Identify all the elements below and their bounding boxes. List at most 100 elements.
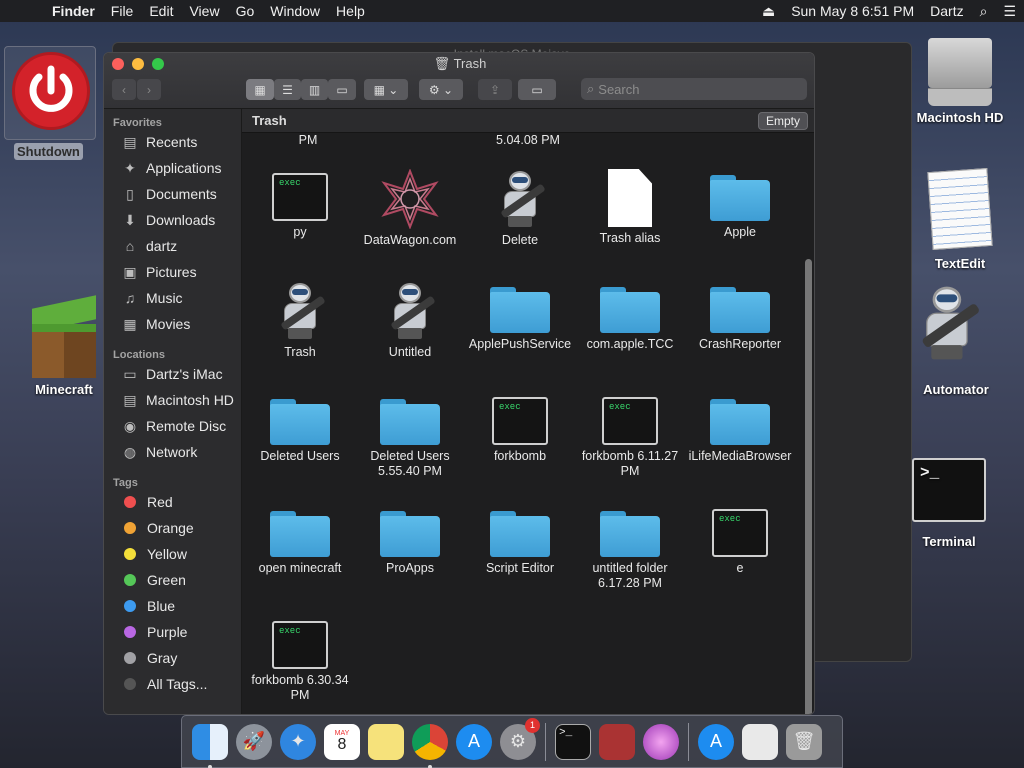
- file-item[interactable]: CrashReporter: [685, 281, 795, 352]
- dock-trash-icon[interactable]: 🗑: [786, 723, 822, 760]
- menu-edit[interactable]: Edit: [141, 3, 181, 19]
- file-item-label: Untitled: [388, 345, 432, 359]
- menu-clock[interactable]: Sun May 8 6:51 PM: [783, 3, 922, 19]
- dock-notes-icon[interactable]: [368, 723, 404, 760]
- file-item[interactable]: untitled folder 6.17.28 PM: [575, 505, 685, 591]
- sidebar-tag-orange[interactable]: Orange: [104, 515, 241, 541]
- shutdown-label[interactable]: Shutdown: [14, 143, 83, 160]
- dock-safari-icon[interactable]: ✦: [280, 723, 316, 760]
- sidebar-item-applications[interactable]: ✦ Applications: [104, 155, 241, 181]
- tag-dot-red: [124, 496, 136, 508]
- file-item[interactable]: exec forkbomb 6.11.27 PM: [575, 393, 685, 479]
- menu-view[interactable]: View: [181, 3, 227, 19]
- sidebar-all-tags[interactable]: All Tags...: [104, 671, 241, 697]
- file-item[interactable]: exec forkbomb: [465, 393, 575, 464]
- menu-help[interactable]: Help: [328, 3, 373, 19]
- file-item[interactable]: exec py: [245, 169, 355, 240]
- dock-app-store-folder-icon[interactable]: A: [698, 723, 734, 760]
- sidebar-item-documents[interactable]: ▯ Documents: [104, 181, 241, 207]
- file-browser-content: Trash Empty PM 5.04.08 PM exec py DataWago…: [242, 109, 814, 714]
- textedit-icon: [927, 168, 993, 250]
- sidebar-tag-blue[interactable]: Blue: [104, 593, 241, 619]
- file-item[interactable]: iLifeMediaBrowser: [685, 393, 795, 464]
- sidebar-item-imac[interactable]: ▭ Dartz's iMac: [104, 361, 241, 387]
- sidebar-tag-yellow[interactable]: Yellow: [104, 541, 241, 567]
- share-button[interactable]: ⇪: [478, 79, 512, 100]
- file-item[interactable]: exec forkbomb 6.30.34 PM: [245, 617, 355, 703]
- dock-terminal-icon[interactable]: >_: [555, 723, 591, 760]
- action-gear-icon[interactable]: ⚙ ⌄: [419, 79, 463, 100]
- file-item[interactable]: Deleted Users: [245, 393, 355, 464]
- file-item[interactable]: Apple: [685, 169, 795, 240]
- shutdown-icon[interactable]: [12, 52, 90, 130]
- sidebar-tag-gray[interactable]: Gray: [104, 645, 241, 671]
- dock-system-preferences-icon[interactable]: ⚙ 1: [500, 717, 540, 760]
- dock-documents-stack-icon[interactable]: [742, 723, 778, 760]
- documents-icon: ▯: [126, 185, 134, 202]
- file-item[interactable]: open minecraft: [245, 505, 355, 576]
- file-item[interactable]: ApplePushService: [465, 281, 575, 352]
- sidebar-item-pictures[interactable]: ▣ Pictures: [104, 259, 241, 285]
- dock-photo-booth-icon[interactable]: [599, 723, 635, 760]
- edit-tags-button[interactable]: ▭: [518, 79, 556, 100]
- sidebar-item-music[interactable]: ♫ Music: [104, 285, 241, 311]
- desktop-terminal[interactable]: >_ Terminal: [906, 458, 992, 549]
- sidebar-item-macintosh-hd[interactable]: ▤ Macintosh HD: [104, 387, 241, 413]
- file-item-label: Script Editor: [485, 561, 555, 575]
- sidebar-tag-purple[interactable]: Purple: [104, 619, 241, 645]
- list-view-button[interactable]: ☰: [274, 79, 301, 100]
- desktop-minecraft[interactable]: Minecraft: [18, 295, 110, 397]
- dock-finder-icon[interactable]: [192, 723, 228, 768]
- menu-window[interactable]: Window: [262, 3, 328, 19]
- desktop-macintosh-hd[interactable]: Macintosh HD: [910, 32, 1010, 125]
- spotlight-search-icon[interactable]: ⌕: [972, 3, 996, 20]
- dock-app-store-icon[interactable]: A: [456, 723, 492, 760]
- file-item[interactable]: com.apple.TCC: [575, 281, 685, 352]
- file-item[interactable]: Untitled: [355, 281, 465, 360]
- sidebar-tag-green[interactable]: Green: [104, 567, 241, 593]
- notification-center-icon[interactable]: ☰: [995, 3, 1024, 20]
- file-item[interactable]: DataWagon.com: [355, 168, 465, 248]
- sidebar-item-recents[interactable]: ▤ Recents: [104, 129, 241, 155]
- partial-item-label: 5.04.08 PM: [496, 133, 560, 147]
- sidebar-item-dartz[interactable]: ⌂ dartz: [104, 233, 241, 259]
- vertical-scrollbar[interactable]: [805, 259, 812, 714]
- forward-button[interactable]: ›: [137, 79, 161, 100]
- sidebar-locations-header: Locations: [113, 349, 165, 361]
- file-item[interactable]: ProApps: [355, 505, 465, 576]
- eject-icon[interactable]: ⏏: [754, 3, 783, 20]
- file-item-label: CrashReporter: [699, 337, 781, 351]
- file-item[interactable]: Delete: [465, 169, 575, 248]
- file-item[interactable]: Trash alias: [575, 169, 685, 246]
- sidebar-item-downloads[interactable]: ⬇ Downloads: [104, 207, 241, 233]
- sidebar-tag-red[interactable]: Red: [104, 489, 241, 515]
- dock-installer-icon[interactable]: [643, 723, 679, 760]
- sidebar-item-movies[interactable]: ▦ Movies: [104, 311, 241, 337]
- sidebar-item-network[interactable]: ◍ Network: [104, 439, 241, 465]
- file-item[interactable]: exec e: [685, 505, 795, 576]
- search-input[interactable]: [598, 81, 789, 97]
- icon-view-button[interactable]: ▦: [246, 79, 274, 100]
- file-item-label: ProApps: [386, 561, 434, 575]
- desktop-textedit[interactable]: TextEdit: [910, 168, 1010, 271]
- sidebar-item-remote-disc[interactable]: ◉ Remote Disc: [104, 413, 241, 439]
- dock-chrome-icon[interactable]: [412, 723, 448, 768]
- column-view-button[interactable]: ▥: [301, 79, 328, 100]
- empty-trash-button[interactable]: Empty: [757, 111, 808, 130]
- desktop-automator[interactable]: Automator: [906, 284, 1006, 397]
- group-by-button[interactable]: ▦ ⌄: [364, 79, 408, 100]
- file-item[interactable]: Script Editor: [465, 505, 575, 576]
- menu-user[interactable]: Dartz: [922, 3, 971, 19]
- search-field[interactable]: ⌕: [581, 78, 807, 100]
- menu-file[interactable]: File: [103, 3, 142, 19]
- macintosh-hd-label: Macintosh HD: [916, 110, 1004, 125]
- file-item[interactable]: Deleted Users 5.55.40 PM: [355, 393, 465, 479]
- menu-go[interactable]: Go: [228, 3, 263, 19]
- back-button[interactable]: ‹: [112, 79, 136, 100]
- dock-launchpad-icon[interactable]: 🚀: [236, 723, 272, 760]
- menu-app-finder[interactable]: Finder: [44, 3, 103, 19]
- dock-calendar-icon[interactable]: MAY 8: [324, 723, 360, 760]
- file-item[interactable]: Trash: [245, 281, 355, 360]
- gallery-view-button[interactable]: ▭: [328, 79, 356, 100]
- executable-icon: exec: [602, 397, 658, 445]
